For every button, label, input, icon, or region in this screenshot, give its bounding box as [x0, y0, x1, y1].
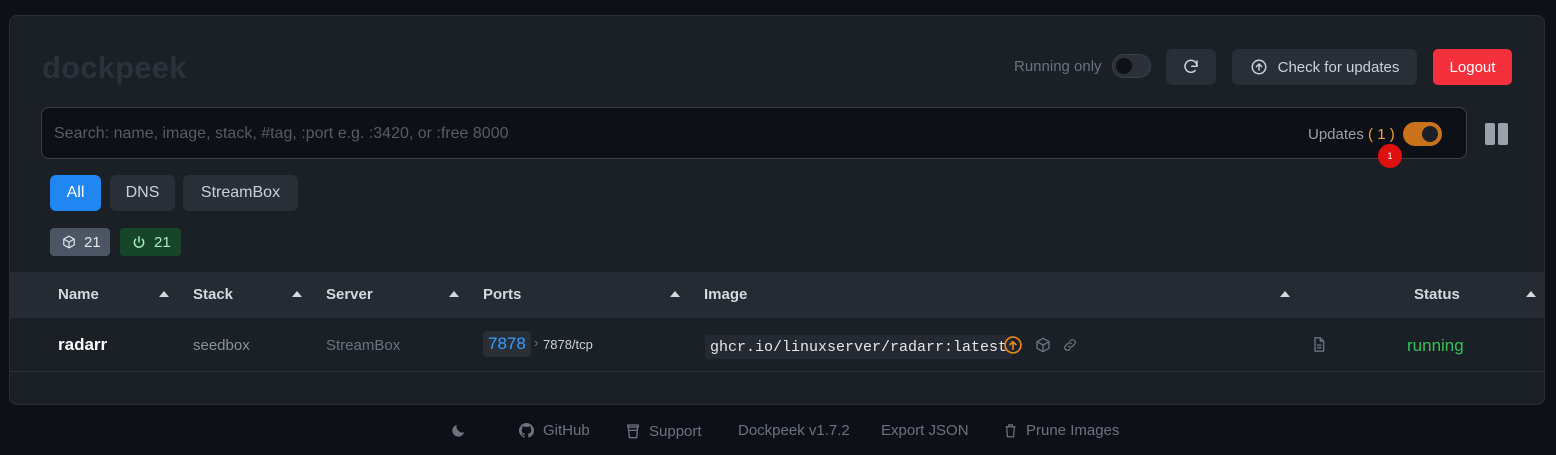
container-stack[interactable]: seedbox	[193, 337, 250, 354]
logs-icon[interactable]	[1311, 336, 1327, 353]
running-only-toggle[interactable]	[1112, 54, 1151, 78]
container-port: 7878/tcp	[543, 337, 593, 352]
filter-dns-button[interactable]: DNS	[110, 175, 175, 211]
arrow-up-circle-icon	[1251, 59, 1267, 75]
column-header-image[interactable]: Image	[704, 286, 747, 303]
updates-filter-label: Updates ( 1 )	[1308, 126, 1395, 143]
container-name: radarr	[58, 335, 108, 354]
column-header-ports[interactable]: Ports	[483, 286, 521, 303]
moon-icon	[452, 424, 465, 437]
total-count: 21	[84, 233, 101, 251]
refresh-icon	[1184, 59, 1198, 74]
filter-all-button[interactable]: All	[50, 175, 101, 211]
running-containers-badge[interactable]: 21	[120, 228, 181, 256]
search-input[interactable]	[54, 122, 1254, 146]
container-server: StreamBox	[326, 337, 401, 354]
export-json-link[interactable]: Export JSON	[881, 422, 969, 439]
columns-toggle-button[interactable]	[1485, 123, 1508, 145]
updates-count: ( 1 )	[1368, 126, 1395, 143]
chevron-right-icon: ›	[534, 335, 539, 350]
prune-images-link[interactable]: Prune Images	[1003, 422, 1119, 439]
support-label: Support	[649, 422, 702, 440]
logout-button[interactable]: Logout	[1433, 49, 1512, 85]
sort-server-icon[interactable]	[449, 291, 459, 297]
sort-ports-icon[interactable]	[670, 291, 680, 297]
container-status: running	[1407, 336, 1464, 355]
column-icon-right	[1498, 123, 1508, 145]
column-header-status[interactable]: Status	[1414, 286, 1460, 303]
github-link[interactable]: GitHub	[518, 422, 590, 439]
support-link[interactable]: Support	[625, 422, 702, 440]
prune-images-label: Prune Images	[1026, 422, 1120, 439]
app-logo: dockpeek	[42, 50, 187, 85]
refresh-button[interactable]	[1166, 49, 1216, 85]
theme-toggle[interactable]	[450, 422, 467, 439]
sort-status-icon[interactable]	[1526, 291, 1536, 297]
sort-name-icon[interactable]	[159, 291, 169, 297]
trash-icon	[1005, 424, 1016, 438]
toggle-knob	[1116, 58, 1132, 74]
search-box: Updates ( 1 )	[41, 107, 1467, 159]
column-icon-left	[1485, 123, 1495, 145]
footer: GitHub Support Dockpeek v1.7.2 Export JS…	[0, 422, 1556, 442]
link-icon[interactable]	[1062, 337, 1078, 353]
sort-stack-icon[interactable]	[292, 291, 302, 297]
column-header-stack[interactable]: Stack	[193, 286, 233, 303]
toggle-knob	[1422, 126, 1438, 142]
check-updates-label: Check for updates	[1277, 58, 1400, 76]
running-only-label: Running only	[1014, 58, 1102, 75]
registry-icon[interactable]	[1035, 337, 1051, 353]
updates-toggle[interactable]	[1403, 122, 1442, 146]
host-port-link[interactable]: 7878	[483, 331, 531, 357]
column-header-server[interactable]: Server	[326, 286, 373, 303]
sort-image-icon[interactable]	[1280, 291, 1290, 297]
filter-streambox-button[interactable]: StreamBox	[183, 175, 298, 211]
coffee-cup-icon	[627, 424, 639, 439]
updates-label-text: Updates	[1308, 126, 1364, 143]
github-label: GitHub	[543, 422, 590, 439]
update-available-icon[interactable]	[1003, 335, 1023, 355]
power-icon	[133, 236, 145, 248]
main-panel: dockpeek Running only Check for updates …	[9, 15, 1545, 405]
check-updates-button[interactable]: Check for updates	[1232, 49, 1417, 85]
box-icon	[63, 235, 75, 249]
running-count: 21	[154, 233, 171, 251]
column-header-name[interactable]: Name	[58, 286, 99, 303]
table-row: radarr seedbox StreamBox 7878 › 7878/tcp…	[10, 318, 1544, 372]
notification-badge: 1	[1378, 144, 1402, 168]
version-label: Dockpeek v1.7.2	[738, 422, 850, 439]
container-image: ghcr.io/linuxserver/radarr:latest	[705, 335, 1013, 359]
github-icon	[518, 423, 535, 438]
table-header: Name Stack Server Ports Image Status	[10, 272, 1544, 318]
total-containers-badge[interactable]: 21	[50, 228, 110, 256]
